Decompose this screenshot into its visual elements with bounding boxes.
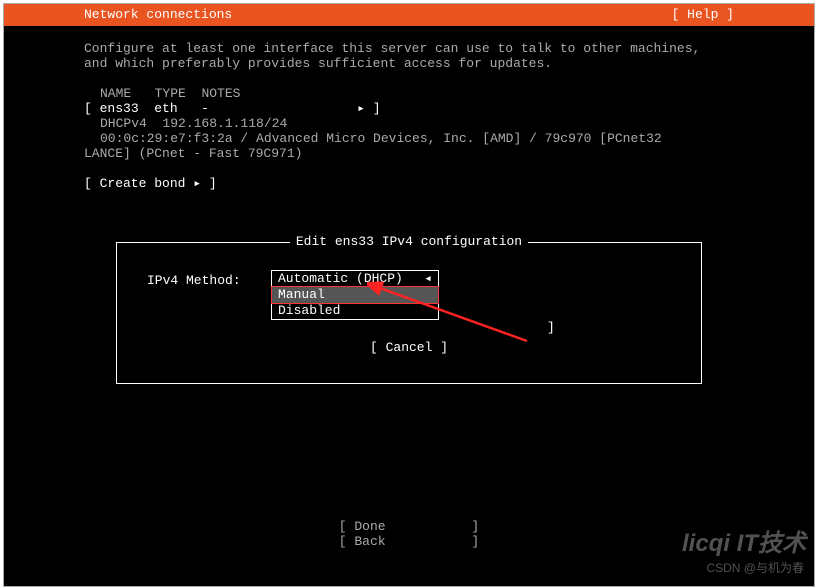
intro-line-1: Configure at least one interface this se… xyxy=(84,41,700,56)
dhcp-label: DHCPv4 xyxy=(100,116,147,131)
col-notes: NOTES xyxy=(201,86,240,101)
done-button[interactable]: [ Done ] xyxy=(339,519,479,534)
ipv4-opt-disabled[interactable]: Disabled xyxy=(272,303,438,319)
ipv4-dialog: Edit ens33 IPv4 configuration IPv4 Metho… xyxy=(116,242,702,384)
col-name: NAME xyxy=(100,86,131,101)
iface-type: eth xyxy=(154,101,177,116)
iface-notes: - xyxy=(201,101,209,116)
iface-row-close: ] xyxy=(373,101,381,116)
cancel-button[interactable]: [ Cancel ] xyxy=(370,340,448,355)
ipv4-method-label: IPv4 Method: xyxy=(147,273,241,288)
mac-line2: LANCE] (PCnet - Fast 79C971) xyxy=(84,146,302,161)
titlebar: Network connections [ Help ] xyxy=(4,4,814,26)
create-bond-button[interactable]: [ Create bond ▸ ] xyxy=(84,176,217,191)
watermark-brand: licqi IT技术 xyxy=(682,523,806,558)
iface-row-open: [ xyxy=(84,101,92,116)
intro-line-2: and which preferably provides sufficient… xyxy=(84,56,552,71)
iface-expand-icon[interactable]: ▸ xyxy=(357,101,365,116)
ipv4-method-dropdown[interactable]: Automatic (DHCP) ◂ Manual Disabled xyxy=(271,270,439,320)
mac-line: 00:0c:29:e7:f3:2a / Advanced Micro Devic… xyxy=(100,131,662,146)
page-title: Network connections xyxy=(84,4,232,26)
ipv4-opt-automatic[interactable]: Automatic (DHCP) ◂ xyxy=(272,271,438,287)
col-type: TYPE xyxy=(155,86,186,101)
back-button[interactable]: [ Back ] xyxy=(339,534,479,549)
watermark-csdn: CSDN @与机为春 xyxy=(706,559,804,576)
ipv4-opt-manual[interactable]: Manual xyxy=(272,287,438,303)
help-button[interactable]: [ Help ] xyxy=(672,4,734,26)
main-content: Configure at least one interface this se… xyxy=(4,26,814,206)
dialog-frame-close: ] xyxy=(547,320,555,335)
dialog-title: Edit ens33 IPv4 configuration xyxy=(117,234,701,249)
dropdown-arrow-icon: ◂ xyxy=(424,271,432,287)
iface-name[interactable]: ens33 xyxy=(100,101,139,116)
dhcp-value: 192.168.1.118/24 xyxy=(162,116,287,131)
